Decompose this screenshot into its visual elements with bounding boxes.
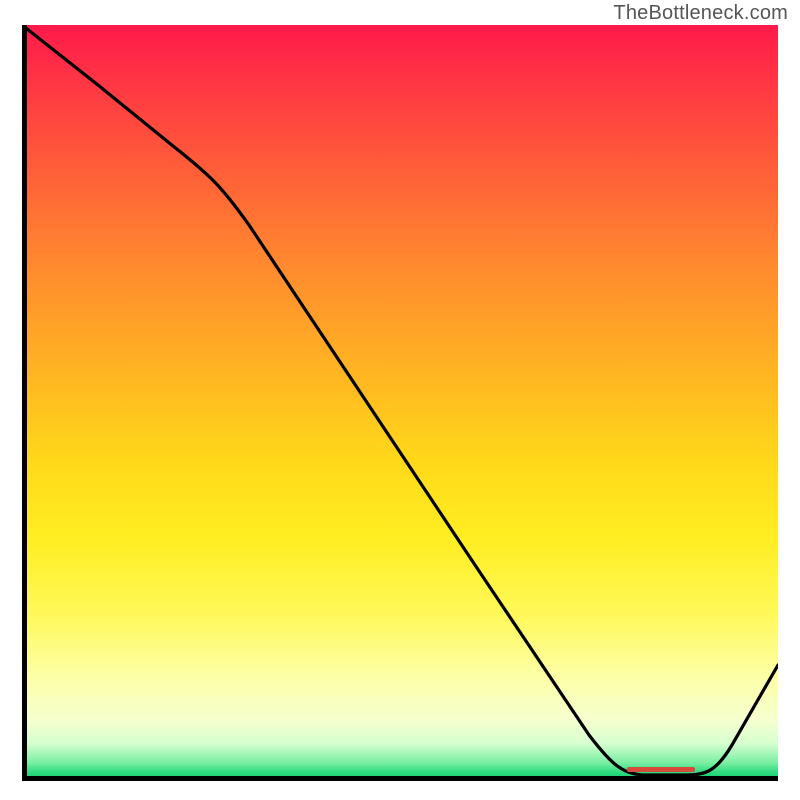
bottleneck-curve-path [22,25,778,775]
attribution-text: TheBottleneck.com [613,2,788,25]
curve-svg [22,25,778,781]
chart-container: TheBottleneck.com [0,0,800,800]
optimal-range-marker [627,767,695,772]
plot-area [22,25,778,781]
